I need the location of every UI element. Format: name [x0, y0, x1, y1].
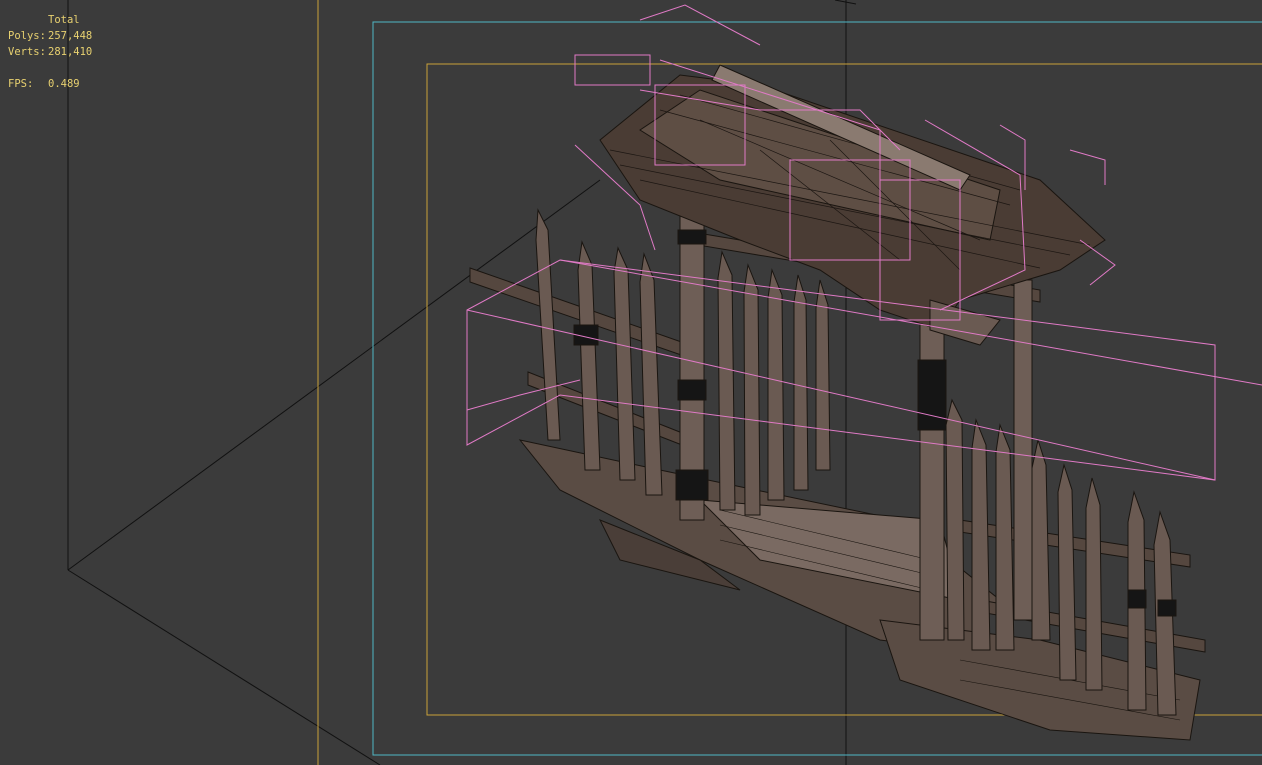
- viewport-scene[interactable]: [0, 0, 1262, 765]
- stats-title: Total: [48, 14, 80, 26]
- viewport-statistics: Total Polys: 257,448 Verts: 281,410 FPS:…: [8, 12, 92, 92]
- stats-fps-row: FPS: 0.489: [8, 76, 92, 92]
- polys-label: Polys:: [8, 30, 46, 42]
- stats-verts-row: Verts: 281,410: [8, 44, 92, 60]
- stats-spacer: [8, 60, 92, 76]
- perspective-viewport[interactable]: Total Polys: 257,448 Verts: 281,410 FPS:…: [0, 0, 1262, 765]
- gate-model[interactable]: [466, 4, 1262, 741]
- fps-value: 0.489: [48, 78, 80, 90]
- stats-polys-row: Polys: 257,448: [8, 28, 92, 44]
- fps-label: FPS:: [8, 78, 34, 90]
- verts-label: Verts:: [8, 46, 46, 58]
- verts-value: 281,410: [48, 46, 93, 58]
- polys-value: 257,448: [48, 30, 93, 42]
